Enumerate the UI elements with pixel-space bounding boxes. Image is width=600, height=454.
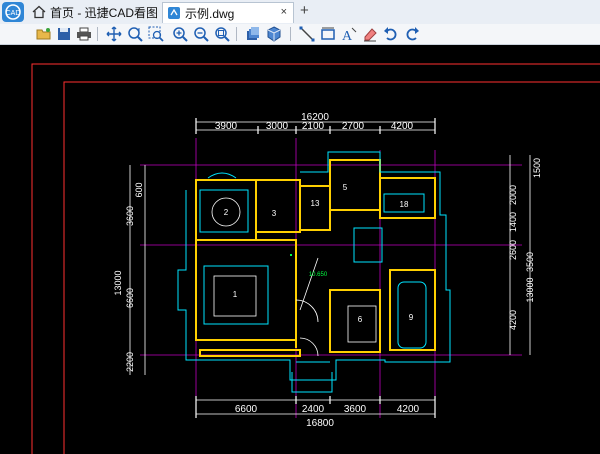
svg-text:A: A bbox=[342, 29, 353, 43]
open-folder-icon[interactable] bbox=[35, 25, 53, 43]
tab-file[interactable]: 示例.dwg × bbox=[162, 2, 294, 23]
toolbar-separator bbox=[236, 27, 237, 41]
dim-left-3: 13000 bbox=[113, 270, 123, 295]
dim-bottom-2: 2400 bbox=[302, 404, 325, 415]
dim-left-5: 2200 bbox=[125, 352, 135, 372]
dim-top-2: 3000 bbox=[266, 121, 289, 132]
3d-view-icon[interactable] bbox=[265, 25, 283, 43]
room-label: 3 bbox=[272, 209, 277, 218]
tab-home[interactable]: 首页 - 迅捷CAD看图 bbox=[30, 2, 160, 23]
area-measure-icon[interactable] bbox=[319, 25, 337, 43]
print-icon[interactable] bbox=[75, 25, 93, 43]
dim-right-2: 2000 bbox=[508, 185, 518, 205]
zoom-out-icon[interactable] bbox=[192, 25, 210, 43]
tab-close-button[interactable]: × bbox=[281, 6, 287, 18]
text-tool-icon[interactable]: A bbox=[340, 25, 358, 43]
room-label: 6 bbox=[358, 315, 363, 324]
elevation-annotation: 10.650 bbox=[309, 272, 328, 278]
dim-right-1: 1500 bbox=[532, 158, 542, 178]
undo-icon[interactable] bbox=[382, 25, 400, 43]
dim-right-7: 4200 bbox=[508, 310, 518, 330]
new-tab-button[interactable]: + bbox=[300, 2, 309, 19]
zoom-window-icon[interactable] bbox=[147, 25, 165, 43]
dim-top-3: 2100 bbox=[302, 121, 325, 132]
dim-right-3: 1400 bbox=[508, 212, 518, 232]
dim-bottom-4: 4200 bbox=[397, 404, 420, 415]
dim-bottom-3: 3600 bbox=[344, 404, 367, 415]
dim-left-2: 3600 bbox=[125, 206, 135, 226]
save-icon[interactable] bbox=[55, 25, 73, 43]
dim-bottom-total: 16800 bbox=[306, 418, 334, 429]
dim-top-1: 3900 bbox=[215, 121, 238, 132]
pan-icon[interactable] bbox=[105, 25, 123, 43]
toolbar: A bbox=[0, 24, 600, 45]
dim-left-1: 600 bbox=[134, 182, 144, 197]
zoom-extents-icon[interactable] bbox=[213, 25, 231, 43]
toolbar-separator bbox=[97, 27, 98, 41]
room-label: 18 bbox=[400, 200, 409, 209]
room-label: 5 bbox=[343, 183, 348, 192]
svg-text:CAD: CAD bbox=[6, 10, 21, 17]
dim-left-4: 6600 bbox=[125, 288, 135, 308]
dim-right-6: 13000 bbox=[525, 277, 535, 302]
app-logo-icon[interactable]: CAD bbox=[0, 0, 26, 24]
dim-top-5: 4200 bbox=[391, 121, 414, 132]
redo-icon[interactable] bbox=[403, 25, 421, 43]
tab-file-label: 示例.dwg bbox=[185, 6, 235, 21]
room-label: 1 bbox=[233, 290, 238, 299]
cad-drawing-canvas[interactable]: 16200 3900 3000 2100 2700 4200 6600 2400… bbox=[0, 45, 600, 454]
dim-right-5: 3500 bbox=[525, 252, 535, 272]
eraser-icon[interactable] bbox=[361, 25, 379, 43]
toolbar-separator bbox=[290, 27, 291, 41]
room-label: 9 bbox=[409, 313, 414, 322]
home-icon bbox=[32, 5, 46, 19]
dwg-file-icon bbox=[168, 7, 180, 19]
zoom-realtime-icon[interactable] bbox=[126, 25, 144, 43]
room-label: 2 bbox=[224, 208, 229, 217]
room-labels: 2 3 13 5 18 1 6 9 10.650 bbox=[224, 183, 414, 324]
zoom-in-icon[interactable] bbox=[171, 25, 189, 43]
layers-icon[interactable] bbox=[244, 25, 262, 43]
dim-right-4: 2600 bbox=[508, 240, 518, 260]
room-label: 13 bbox=[311, 199, 320, 208]
line-measure-icon[interactable] bbox=[298, 25, 316, 43]
dim-bottom-1: 6600 bbox=[235, 404, 258, 415]
tab-home-label: 首页 - 迅捷CAD看图 bbox=[50, 6, 159, 20]
dim-top-4: 2700 bbox=[342, 121, 365, 132]
tab-bar: CAD 首页 - 迅捷CAD看图 示例.dwg × + bbox=[0, 0, 600, 25]
